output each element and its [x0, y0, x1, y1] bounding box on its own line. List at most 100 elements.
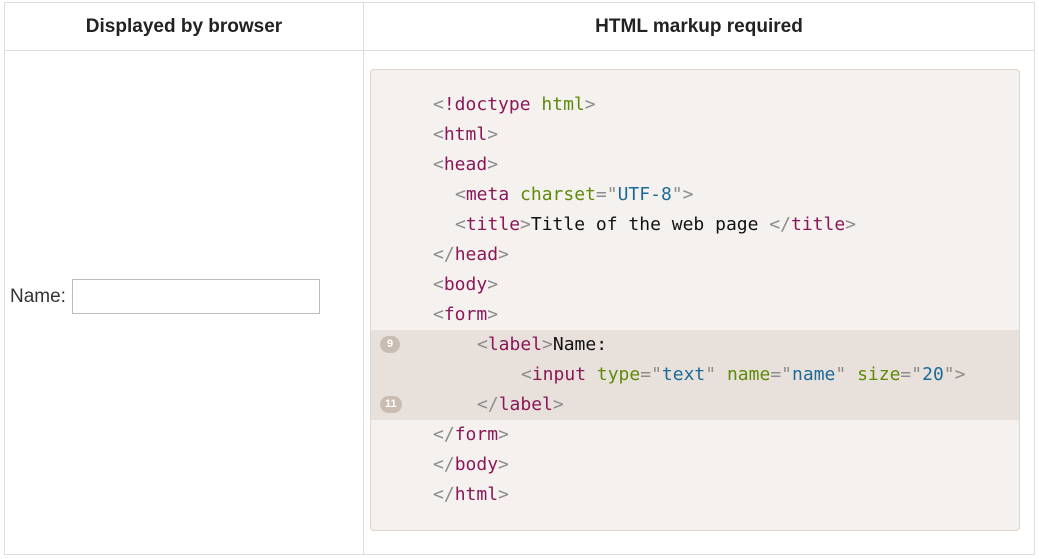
code-token: =" [770, 364, 793, 385]
code-token: </ [477, 394, 499, 415]
code-token: </ [433, 424, 455, 445]
code-token: label [498, 394, 553, 415]
code-token: > [498, 484, 509, 505]
code-line: <meta charset="UTF-8"> [371, 180, 1019, 210]
code-token: title [465, 214, 521, 235]
code-token: > [487, 304, 499, 325]
code-text: <meta charset="UTF-8"> [455, 180, 693, 210]
code-text: <!doctype html> [433, 90, 596, 120]
code-line: <input type="text" name="name" size="20"… [371, 360, 1019, 390]
code-token: </ [433, 454, 455, 475]
code-token: > [520, 214, 531, 235]
code-token: Title of the web page [530, 214, 770, 235]
code-token: name [726, 364, 771, 385]
code-token: > [487, 154, 499, 175]
code-lines: <!doctype html> <html> <head> <meta charset… [371, 90, 1019, 510]
code-text: <label>Name: [477, 330, 607, 360]
code-token: > [584, 94, 596, 115]
code-text: <html> [433, 120, 498, 150]
code-text: <form> [433, 300, 498, 330]
code-token: > [487, 124, 499, 145]
code-token: </ [769, 214, 791, 235]
code-token: > [498, 454, 509, 475]
code-token: =" [640, 364, 662, 385]
code-line: <html> [371, 120, 1019, 150]
code-line: <title>Title of the web page </title> [371, 210, 1019, 240]
code-line: <body> [371, 270, 1019, 300]
column-divider [363, 51, 364, 554]
code-token: input [531, 364, 587, 385]
code-token: </ [433, 484, 455, 505]
code-line: 11 </label> [371, 390, 1019, 420]
code-token: !doctype [443, 94, 531, 115]
code-token: Name: [552, 334, 608, 355]
code-token: text [661, 364, 706, 385]
code-token: "> [671, 184, 694, 205]
code-text: </html> [433, 480, 509, 510]
code-line: </html> [371, 480, 1019, 510]
code-token: form [454, 424, 499, 445]
code-token: head [443, 154, 488, 175]
code-token: </ [433, 244, 455, 265]
code-text: <head> [433, 150, 498, 180]
code-text: <title>Title of the web page </title> [455, 210, 856, 240]
code-token: " [705, 364, 717, 385]
code-token: 20 [922, 364, 944, 385]
demo-name-label: Name: [10, 285, 66, 307]
code-token: name [792, 364, 836, 385]
line-number-badge: 9 [380, 336, 400, 353]
code-line: <head> [371, 150, 1019, 180]
code-text: </label> [477, 390, 564, 420]
code-token: label [487, 334, 543, 355]
code-token: html [454, 484, 499, 505]
code-token: < [433, 274, 444, 295]
code-token: > [498, 424, 509, 445]
code-token: < [433, 124, 444, 145]
code-token: type [596, 364, 641, 385]
code-token: head [454, 244, 499, 265]
code-text: </head> [433, 240, 509, 270]
code-token: =" [595, 184, 618, 205]
code-line: </form> [371, 420, 1019, 450]
code-token: < [433, 94, 444, 115]
code-token: charset [520, 184, 596, 205]
code-token: body [454, 454, 499, 475]
code-line: 9 <label>Name: [371, 330, 1019, 360]
code-block: <!doctype html> <html> <head> <meta charset… [370, 69, 1020, 531]
code-line: <form> [371, 300, 1019, 330]
code-text: <body> [433, 270, 498, 300]
code-token: form [443, 304, 488, 325]
code-token: UTF-8 [617, 184, 672, 205]
code-token: > [845, 214, 857, 235]
code-text: </body> [433, 450, 509, 480]
code-token: html [541, 94, 585, 115]
column-header-displayed: Displayed by browser [5, 3, 364, 51]
demo-name-input[interactable] [71, 279, 320, 314]
code-token: "> [943, 364, 966, 385]
column-header-markup: HTML markup required [364, 3, 1034, 51]
code-line: <!doctype html> [371, 90, 1019, 120]
code-line: </head> [371, 240, 1019, 270]
code-text: </form> [433, 420, 509, 450]
code-token: < [455, 214, 466, 235]
code-token: " [835, 364, 847, 385]
code-token: < [433, 154, 444, 175]
code-token: html [443, 124, 488, 145]
code-token: > [498, 244, 509, 265]
code-token: < [521, 364, 532, 385]
code-token: title [790, 214, 846, 235]
code-token: meta [465, 184, 510, 205]
code-token: > [552, 394, 564, 415]
code-token: < [433, 304, 444, 325]
code-token: < [455, 184, 466, 205]
code-token: body [443, 274, 488, 295]
line-number-badge: 11 [380, 396, 402, 413]
code-token: < [477, 334, 488, 355]
code-token: > [487, 274, 499, 295]
code-line: </body> [371, 450, 1019, 480]
